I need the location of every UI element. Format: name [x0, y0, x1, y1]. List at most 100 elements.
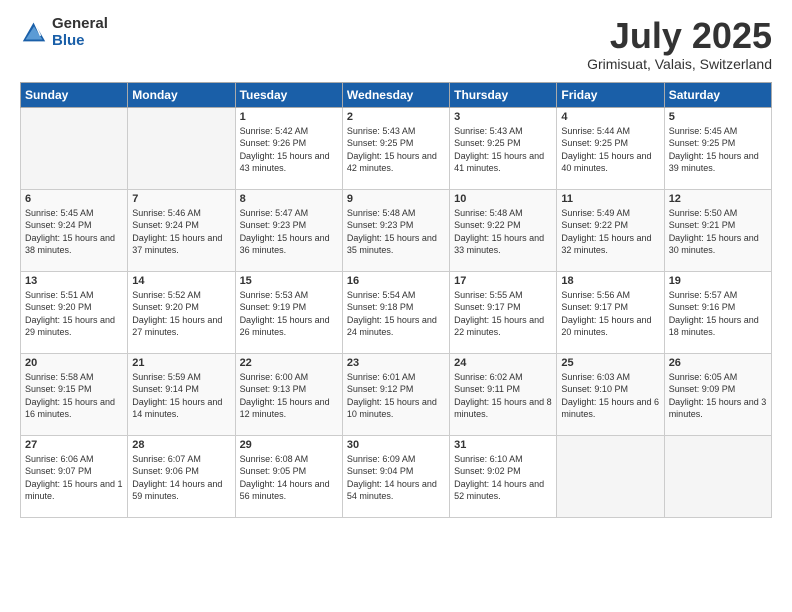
calendar-cell: 19Sunrise: 5:57 AMSunset: 9:16 PMDayligh…: [664, 271, 771, 353]
calendar-cell: 14 Sunrise: 5:52 AMSunset: 9:20 PMDayligh…: [128, 271, 235, 353]
cell-content: Sunrise: 6:06 AMSunset: 9:07 PMDaylight:…: [25, 453, 123, 503]
cell-content: Sunrise: 5:44 AMSunset: 9:25 PMDaylight:…: [561, 125, 659, 175]
calendar-cell: 24 Sunrise: 6:02 AMSunset: 9:11 PMDayligh…: [450, 353, 557, 435]
calendar-cell: 25 Sunrise: 6:03 AMSunset: 9:10 PMDayligh…: [557, 353, 664, 435]
title-block: July 2025 Grimisuat, Valais, Switzerland: [587, 16, 772, 72]
day-number: 6: [25, 193, 123, 205]
cell-content: Sunrise: 5:53 AMSunset: 9:19 PMDaylight:…: [240, 289, 338, 339]
day-number: 29: [240, 439, 338, 451]
day-number: 10: [454, 193, 552, 205]
calendar-cell: 17 Sunrise: 5:55 AMSunset: 9:17 PMDayligh…: [450, 271, 557, 353]
day-number: 15: [240, 275, 338, 287]
cell-content: Sunrise: 5:58 AMSunset: 9:15 PMDaylight:…: [25, 371, 123, 421]
day-number: 25: [561, 357, 659, 369]
calendar-cell: 26 Sunrise: 6:05 AMSunset: 9:09 PMDayligh…: [664, 353, 771, 435]
cell-content: Sunrise: 5:42 AMSunset: 9:26 PMDaylight:…: [240, 125, 338, 175]
weekday-header-monday: Monday: [128, 82, 235, 107]
cell-content: Sunrise: 6:08 AMSunset: 9:05 PMDaylight:…: [240, 453, 338, 503]
weekday-header-wednesday: Wednesday: [342, 82, 449, 107]
calendar-cell: 7Sunrise: 5:46 AMSunset: 9:24 PMDaylight…: [128, 189, 235, 271]
calendar-cell: 20 Sunrise: 5:58 AMSunset: 9:15 PMDayligh…: [21, 353, 128, 435]
day-number: 17: [454, 275, 552, 287]
calendar-cell: 10 Sunrise: 5:48 AMSunset: 9:22 PMDayligh…: [450, 189, 557, 271]
cell-content: Sunrise: 5:50 AMSunset: 9:21 PMDaylight:…: [669, 207, 767, 257]
day-number: 13: [25, 275, 123, 287]
cell-content: Sunrise: 5:48 AMSunset: 9:22 PMDaylight:…: [454, 207, 552, 257]
calendar-cell: 1Sunrise: 5:42 AMSunset: 9:26 PMDaylight…: [235, 107, 342, 189]
calendar-cell: 8Sunrise: 5:47 AMSunset: 9:23 PMDaylight…: [235, 189, 342, 271]
day-number: 22: [240, 357, 338, 369]
day-number: 21: [132, 357, 230, 369]
cell-content: Sunrise: 5:47 AMSunset: 9:23 PMDaylight:…: [240, 207, 338, 257]
weekday-header-sunday: Sunday: [21, 82, 128, 107]
logo: General Blue: [20, 16, 108, 49]
calendar-cell: [664, 435, 771, 517]
cell-content: Sunrise: 6:00 AMSunset: 9:13 PMDaylight:…: [240, 371, 338, 421]
calendar-cell: 30Sunrise: 6:09 AMSunset: 9:04 PMDayligh…: [342, 435, 449, 517]
day-number: 26: [669, 357, 767, 369]
day-number: 14: [132, 275, 230, 287]
cell-content: Sunrise: 5:45 AMSunset: 9:24 PMDaylight:…: [25, 207, 123, 257]
day-number: 9: [347, 193, 445, 205]
weekday-header-tuesday: Tuesday: [235, 82, 342, 107]
day-number: 7: [132, 193, 230, 205]
day-number: 4: [561, 111, 659, 123]
day-number: 30: [347, 439, 445, 451]
calendar-cell: 27 Sunrise: 6:06 AMSunset: 9:07 PMDayligh…: [21, 435, 128, 517]
calendar-cell: [128, 107, 235, 189]
day-number: 2: [347, 111, 445, 123]
calendar-cell: 23Sunrise: 6:01 AMSunset: 9:12 PMDayligh…: [342, 353, 449, 435]
cell-content: Sunrise: 5:55 AMSunset: 9:17 PMDaylight:…: [454, 289, 552, 339]
cell-content: Sunrise: 6:03 AMSunset: 9:10 PMDaylight:…: [561, 371, 659, 421]
cell-content: Sunrise: 6:05 AMSunset: 9:09 PMDaylight:…: [669, 371, 767, 421]
calendar-cell: 4 Sunrise: 5:44 AMSunset: 9:25 PMDaylight…: [557, 107, 664, 189]
cell-content: Sunrise: 5:52 AMSunset: 9:20 PMDaylight:…: [132, 289, 230, 339]
calendar-cell: [21, 107, 128, 189]
weekday-header-row: SundayMondayTuesdayWednesdayThursdayFrid…: [21, 82, 772, 107]
calendar-cell: 18 Sunrise: 5:56 AMSunset: 9:17 PMDayligh…: [557, 271, 664, 353]
day-number: 20: [25, 357, 123, 369]
calendar-cell: 22 Sunrise: 6:00 AMSunset: 9:13 PMDayligh…: [235, 353, 342, 435]
week-row-3: 13 Sunrise: 5:51 AMSunset: 9:20 PMDayligh…: [21, 271, 772, 353]
calendar-cell: 28 Sunrise: 6:07 AMSunset: 9:06 PMDayligh…: [128, 435, 235, 517]
week-row-2: 6 Sunrise: 5:45 AMSunset: 9:24 PMDaylight…: [21, 189, 772, 271]
cell-content: Sunrise: 5:51 AMSunset: 9:20 PMDaylight:…: [25, 289, 123, 339]
day-number: 19: [669, 275, 767, 287]
header: General Blue July 2025 Grimisuat, Valais…: [20, 16, 772, 72]
day-number: 28: [132, 439, 230, 451]
cell-content: Sunrise: 5:54 AMSunset: 9:18 PMDaylight:…: [347, 289, 445, 339]
calendar-cell: [557, 435, 664, 517]
cell-content: Sunrise: 5:45 AMSunset: 9:25 PMDaylight:…: [669, 125, 767, 175]
day-number: 24: [454, 357, 552, 369]
cell-content: Sunrise: 6:07 AMSunset: 9:06 PMDaylight:…: [132, 453, 230, 503]
weekday-header-saturday: Saturday: [664, 82, 771, 107]
cell-content: Sunrise: 5:43 AMSunset: 9:25 PMDaylight:…: [347, 125, 445, 175]
day-number: 23: [347, 357, 445, 369]
location: Grimisuat, Valais, Switzerland: [587, 56, 772, 72]
month-title: July 2025: [587, 16, 772, 56]
day-number: 31: [454, 439, 552, 451]
day-number: 18: [561, 275, 659, 287]
calendar-cell: 15 Sunrise: 5:53 AMSunset: 9:19 PMDayligh…: [235, 271, 342, 353]
calendar-cell: 3Sunrise: 5:43 AMSunset: 9:25 PMDaylight…: [450, 107, 557, 189]
cell-content: Sunrise: 6:02 AMSunset: 9:11 PMDaylight:…: [454, 371, 552, 421]
week-row-5: 27 Sunrise: 6:06 AMSunset: 9:07 PMDayligh…: [21, 435, 772, 517]
calendar-cell: 29 Sunrise: 6:08 AMSunset: 9:05 PMDayligh…: [235, 435, 342, 517]
day-number: 5: [669, 111, 767, 123]
calendar-cell: 2 Sunrise: 5:43 AMSunset: 9:25 PMDaylight…: [342, 107, 449, 189]
week-row-4: 20 Sunrise: 5:58 AMSunset: 9:15 PMDayligh…: [21, 353, 772, 435]
weekday-header-thursday: Thursday: [450, 82, 557, 107]
cell-content: Sunrise: 5:43 AMSunset: 9:25 PMDaylight:…: [454, 125, 552, 175]
calendar-cell: 16Sunrise: 5:54 AMSunset: 9:18 PMDayligh…: [342, 271, 449, 353]
cell-content: Sunrise: 5:56 AMSunset: 9:17 PMDaylight:…: [561, 289, 659, 339]
calendar-table: SundayMondayTuesdayWednesdayThursdayFrid…: [20, 82, 772, 518]
calendar-cell: 5 Sunrise: 5:45 AMSunset: 9:25 PMDaylight…: [664, 107, 771, 189]
page: General Blue July 2025 Grimisuat, Valais…: [0, 0, 792, 612]
calendar-cell: 21 Sunrise: 5:59 AMSunset: 9:14 PMDayligh…: [128, 353, 235, 435]
weekday-header-friday: Friday: [557, 82, 664, 107]
cell-content: Sunrise: 5:59 AMSunset: 9:14 PMDaylight:…: [132, 371, 230, 421]
logo-blue-text: Blue: [52, 33, 108, 50]
calendar-cell: 6 Sunrise: 5:45 AMSunset: 9:24 PMDaylight…: [21, 189, 128, 271]
day-number: 27: [25, 439, 123, 451]
cell-content: Sunrise: 5:49 AMSunset: 9:22 PMDaylight:…: [561, 207, 659, 257]
